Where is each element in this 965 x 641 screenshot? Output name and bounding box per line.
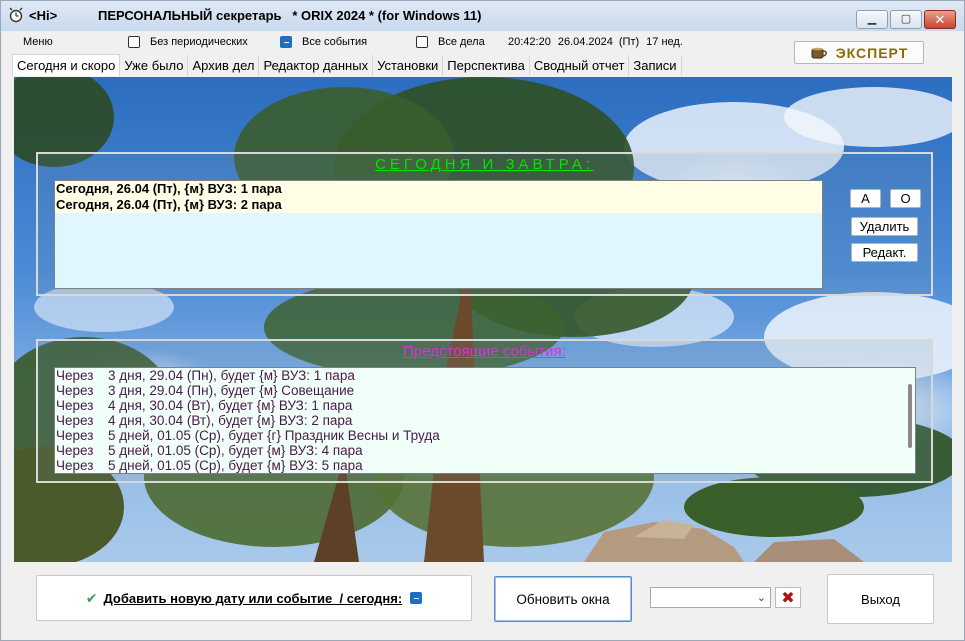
coffee-cup-icon: [811, 47, 827, 58]
edit-button-label: Редакт.: [862, 245, 907, 260]
item-text: 5 дней, 01.05 (Ср), будет {м} ВУЗ: 4 пар…: [108, 443, 363, 458]
item-prefix: Через: [56, 413, 94, 428]
item-prefix: Через: [56, 398, 94, 413]
exit-button[interactable]: Выход: [827, 574, 934, 624]
app-window: <Hi> ПЕРСОНАЛЬНЫЙ секретарь * ORIX 2024 …: [0, 0, 965, 641]
title-bar: <Hi> ПЕРСОНАЛЬНЫЙ секретарь * ORIX 2024 …: [1, 1, 964, 31]
clear-button[interactable]: ✖: [775, 587, 801, 608]
today-heading: СЕГОДНЯ И ЗАВТРА:: [375, 156, 594, 173]
item-prefix: Через: [56, 368, 94, 383]
edit-button[interactable]: Редакт.: [851, 243, 918, 262]
list-item[interactable]: Через 4 дня, 30.04 (Вт), будет {м} ВУЗ: 2…: [55, 413, 915, 428]
all-events-label: Все события: [302, 36, 368, 48]
tab-bar: Сегодня и скоро Уже было Архив дел Редак…: [12, 54, 682, 76]
item-prefix: Через: [56, 428, 94, 443]
o-button-label: О: [900, 191, 911, 206]
menu-button[interactable]: Меню: [23, 36, 53, 48]
item-text: 3 дня, 29.04 (Пн), будет {м} Совещание: [108, 383, 355, 398]
tab-label: Записи: [633, 58, 677, 73]
list-item[interactable]: Сегодня, 26.04 (Пт), {м} ВУЗ: 2 пара: [55, 197, 822, 213]
no-periodic-checkbox[interactable]: [128, 36, 140, 48]
list-item[interactable]: Через 3 дня, 29.04 (Пн), будет {м} ВУЗ: 1…: [55, 368, 915, 383]
item-text: 5 дней, 01.05 (Ср), будет {г} Праздник В…: [108, 428, 440, 443]
add-event-box: ✔ Добавить новую дату или событие / сего…: [36, 575, 472, 621]
close-x-icon: ✖: [781, 589, 795, 607]
current-date: 26.04.2024: [557, 36, 613, 48]
clock-app-icon: [9, 7, 23, 23]
expert-button[interactable]: ЭКСПЕРТ: [794, 41, 924, 64]
all-tasks-label: Все дела: [438, 36, 485, 48]
clock-readout: 20:42:20 26.04.2024 (Пт) 17 нед.: [508, 36, 683, 48]
item-prefix: Через: [56, 383, 94, 398]
close-button[interactable]: ✕: [924, 10, 956, 29]
filter-dropdown[interactable]: ⌄: [650, 587, 771, 608]
item-prefix: Через: [56, 443, 94, 458]
minimize-button[interactable]: ▁: [856, 10, 888, 29]
a-button-label: А: [861, 191, 870, 206]
no-periodic-label: Без периодических: [150, 36, 248, 48]
chevron-down-icon: ⌄: [756, 592, 766, 604]
maximize-button[interactable]: ▢: [890, 10, 922, 29]
close-icon: ✕: [934, 12, 946, 27]
menu-label: Меню: [23, 36, 53, 48]
delete-button-label: Удалить: [859, 219, 910, 234]
item-text: 3 дня, 29.04 (Пн), будет {м} ВУЗ: 1 пара: [108, 368, 355, 383]
list-item[interactable]: Через 4 дня, 30.04 (Вт), будет {м} ВУЗ: 1…: [55, 398, 915, 413]
current-week: 17 нед.: [646, 36, 683, 48]
checkmark-icon: ✔: [85, 589, 98, 606]
nature-landscape-image: [14, 77, 952, 562]
current-weekday: (Пт): [618, 36, 640, 48]
all-events-checkbox[interactable]: [280, 36, 292, 48]
tab-label: Установки: [377, 58, 439, 73]
list-item[interactable]: Через 5 дней, 01.05 (Ср), будет {м} ВУЗ: …: [55, 458, 915, 473]
a-button[interactable]: А: [850, 189, 881, 208]
exit-label: Выход: [861, 591, 900, 607]
o-button[interactable]: О: [890, 189, 921, 208]
no-periodic-option[interactable]: Без периодических: [128, 36, 248, 48]
list-item[interactable]: Через 3 дня, 29.04 (Пн), будет {м} Совеща…: [55, 383, 915, 398]
all-tasks-option[interactable]: Все дела: [416, 36, 485, 48]
tab-summary-report[interactable]: Сводный отчет: [529, 55, 630, 76]
expert-label: ЭКСПЕРТ: [835, 44, 909, 61]
add-today-checkbox[interactable]: [410, 592, 423, 604]
minimize-icon: ▁: [867, 13, 877, 25]
tab-already-was[interactable]: Уже было: [120, 55, 189, 76]
item-prefix: Через: [56, 458, 94, 473]
tab-label: Архив дел: [192, 58, 255, 73]
tab-label: Уже было: [124, 58, 184, 73]
all-events-option[interactable]: Все события: [280, 36, 367, 48]
refresh-windows-button[interactable]: Обновить окна: [494, 576, 632, 622]
list-scrollbar[interactable]: [908, 384, 912, 448]
tab-data-editor[interactable]: Редактор данных: [259, 55, 374, 76]
title-tag: <Hi>: [29, 8, 58, 23]
upcoming-heading: Предстоящие события:: [403, 343, 566, 360]
background-photo: [14, 77, 952, 562]
tab-label: Перспектива: [447, 58, 525, 73]
item-text: 5 дней, 01.05 (Ср), будет {м} ВУЗ: 5 пар…: [108, 458, 363, 473]
tab-today-soon[interactable]: Сегодня и скоро: [12, 54, 121, 76]
list-item[interactable]: Сегодня, 26.04 (Пт), {м} ВУЗ: 1 пара: [55, 181, 822, 197]
today-events-list[interactable]: Сегодня, 26.04 (Пт), {м} ВУЗ: 1 пара Сег…: [54, 180, 823, 289]
list-item[interactable]: Через 5 дней, 01.05 (Ср), будет {м} ВУЗ: …: [55, 443, 915, 458]
window-title: ПЕРСОНАЛЬНЫЙ секретарь * ORIX 2024 * (fo…: [98, 8, 482, 23]
add-event-link[interactable]: Добавить новую дату или событие / сегодн…: [104, 591, 403, 606]
tab-perspective[interactable]: Перспектива: [443, 55, 530, 76]
refresh-label: Обновить окна: [516, 591, 610, 607]
upcoming-events-list[interactable]: Через 3 дня, 29.04 (Пн), будет {м} ВУЗ: 1…: [54, 367, 916, 474]
maximize-icon: ▢: [900, 13, 912, 25]
delete-button[interactable]: Удалить: [851, 217, 918, 236]
tab-notes[interactable]: Записи: [629, 55, 682, 76]
tab-label: Редактор данных: [263, 58, 369, 73]
tab-label: Сводный отчет: [533, 58, 625, 73]
all-tasks-checkbox[interactable]: [416, 36, 428, 48]
tab-label: Сегодня и скоро: [17, 58, 116, 73]
item-text: 4 дня, 30.04 (Вт), будет {м} ВУЗ: 1 пара: [108, 398, 353, 413]
current-time: 20:42:20: [508, 36, 551, 48]
tab-settings[interactable]: Установки: [373, 55, 444, 76]
tab-archive[interactable]: Архив дел: [188, 55, 260, 76]
item-text: 4 дня, 30.04 (Вт), будет {м} ВУЗ: 2 пара: [108, 413, 353, 428]
list-item[interactable]: Через 5 дней, 01.05 (Ср), будет {г} Празд…: [55, 428, 915, 443]
